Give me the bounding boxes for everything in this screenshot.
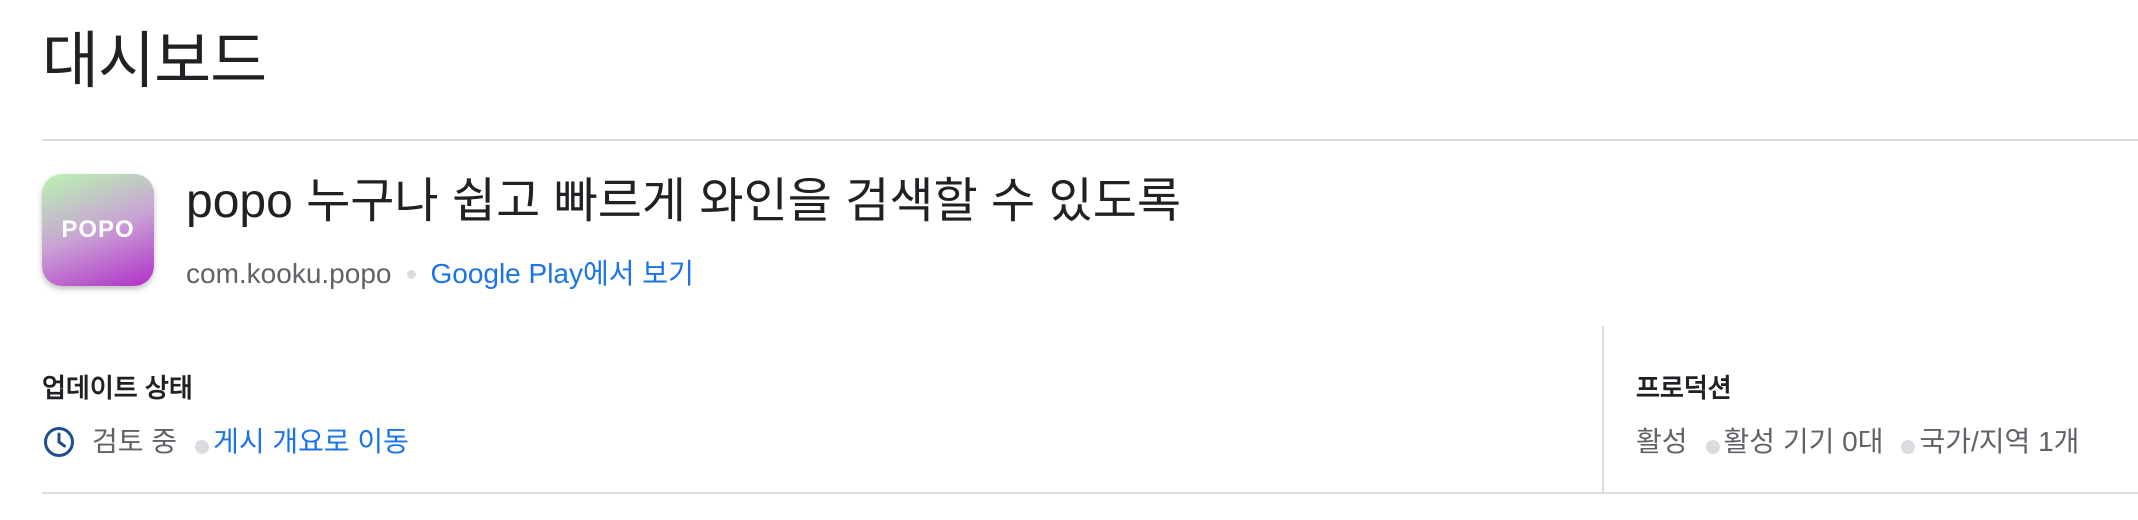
update-status-label: 업데이트 상태 (42, 373, 193, 403)
clock-icon (42, 425, 76, 459)
page-title: 대시보드 (42, 27, 267, 96)
separator-dot (1705, 440, 1720, 454)
app-icon: POPO (42, 174, 154, 286)
package-name: com.kooku.popo (186, 258, 392, 289)
active-devices-count: 활성 기기 0대 (1723, 426, 1884, 457)
separator-dot (195, 440, 210, 454)
dashboard-page: 대시보드 POPO popo 누구나 쉽고 빠르게 와인을 검색할 수 있도록 … (0, 0, 2138, 520)
view-on-google-play-link[interactable]: Google Play에서 보기 (430, 254, 693, 294)
update-status-value: 검토 중 (92, 426, 178, 457)
countries-count: 국가/지역 1개 (1919, 426, 2080, 457)
go-to-publishing-overview-link[interactable]: 게시 개요로 이동 (213, 422, 409, 462)
app-meta: com.kooku.popo Google Play에서 보기 (186, 254, 694, 294)
app-name: popo 누구나 쉽고 빠르게 와인을 검색할 수 있도록 (186, 175, 1182, 228)
footer-divider (42, 492, 2138, 494)
separator-dot (407, 269, 417, 279)
app-icon-label: POPO (61, 216, 135, 243)
production-status-row: 활성 활성 기기 0대 국가/지역 1개 (1636, 422, 2079, 462)
production-label: 프로덕션 (1636, 373, 1732, 403)
production-state: 활성 (1636, 426, 1688, 457)
separator-dot (1901, 440, 1916, 454)
update-status-row: 검토 중 게시 개요로 이동 (42, 422, 409, 462)
header-divider (42, 139, 2138, 141)
section-divider (1602, 326, 1604, 492)
